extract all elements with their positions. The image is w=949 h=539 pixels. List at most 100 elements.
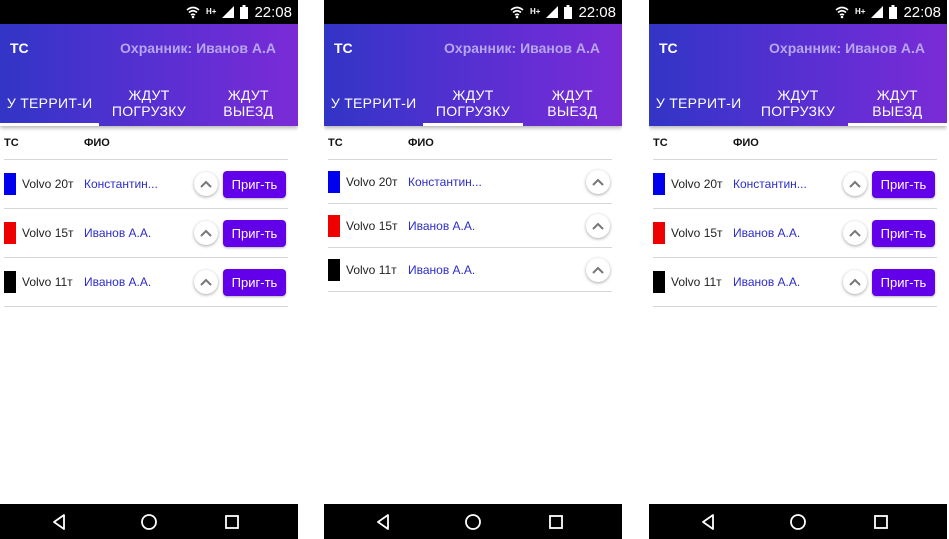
battery-icon: [889, 5, 898, 19]
column-header-ts: ТС: [4, 137, 19, 149]
signal-icon: [222, 6, 235, 18]
tab-label: ЖДУТ ВЫЕЗД: [547, 86, 598, 119]
home-button[interactable]: [139, 512, 159, 532]
chevron-up-icon: [200, 229, 212, 237]
tab-on-territory[interactable]: У ТЕРРИТ-И: [324, 79, 423, 126]
recents-button[interactable]: [871, 512, 891, 532]
driver-name-link[interactable]: Константин...: [408, 175, 486, 189]
invite-button[interactable]: Приг-ть: [223, 269, 286, 296]
recents-icon: [225, 515, 239, 529]
driver-name-link[interactable]: Иванов А.А.: [84, 226, 162, 240]
expand-button[interactable]: [586, 169, 610, 194]
wifi-icon: [835, 6, 849, 19]
vehicle-name: Volvo 11т: [671, 275, 722, 289]
recents-button[interactable]: [546, 512, 566, 532]
back-button[interactable]: [50, 512, 70, 532]
column-header-fio: ФИО: [84, 137, 110, 149]
invite-button[interactable]: Приг-ть: [872, 220, 935, 247]
tab-awaiting-loading[interactable]: ЖДУТ ПОГРУЗКУ: [423, 79, 523, 126]
driver-name-link[interactable]: Иванов А.А.: [84, 275, 162, 289]
column-header-fio: ФИО: [408, 137, 434, 149]
vehicle-color-swatch: [4, 271, 16, 293]
vehicle-name: Volvo 15т: [671, 226, 723, 240]
guard-name: Охранник: Иванов А.А: [769, 40, 925, 56]
vehicle-table: ТС ФИО Volvo 20т Константин... Приг-ть V…: [653, 126, 937, 307]
home-icon: [465, 514, 481, 530]
vehicle-name: Volvo 11т: [22, 275, 73, 289]
expand-button[interactable]: [194, 270, 218, 294]
table-row: Volvo 20т Константин... Приг-ть: [653, 160, 937, 209]
tab-label: ЖДУТ ВЫЕЗД: [872, 86, 923, 119]
battery-icon: [240, 5, 249, 19]
phone-screen: H+ 22:08 ТС Охранник: Иванов А.А У ТЕРРИ…: [649, 0, 947, 539]
home-button[interactable]: [788, 512, 808, 532]
status-bar: H+ 22:08: [0, 0, 298, 24]
signal-icon: [546, 6, 559, 18]
tab-label: У ТЕРРИТ-И: [655, 94, 742, 111]
tab-bar: У ТЕРРИТ-И ЖДУТ ПОГРУЗКУ ЖДУТ ВЫЕЗД: [0, 79, 298, 126]
expand-button[interactable]: [586, 213, 610, 238]
table-header: ТС ФИО: [328, 126, 612, 160]
app-title: ТС: [334, 40, 353, 56]
app-title: ТС: [10, 40, 29, 56]
status-bar: H+ 22:08: [324, 0, 622, 24]
tab-on-territory[interactable]: У ТЕРРИТ-И: [0, 79, 100, 126]
back-button[interactable]: [699, 512, 719, 532]
app-bar: ТС Охранник: Иванов А.А У ТЕРРИТ-И ЖДУТ …: [649, 24, 947, 126]
expand-button[interactable]: [194, 172, 218, 196]
driver-name-link[interactable]: Иванов А.А.: [733, 226, 811, 240]
home-button[interactable]: [463, 512, 483, 532]
vehicle-color-swatch: [328, 258, 340, 281]
table-row: Volvo 15т Иванов А.А. Приг-ть: [4, 209, 288, 258]
recents-icon: [874, 515, 888, 529]
expand-button[interactable]: [843, 172, 867, 196]
tab-bar: У ТЕРРИТ-И ЖДУТ ПОГРУЗКУ ЖДУТ ВЫЕЗД: [324, 79, 622, 126]
guard-name: Охранник: Иванов А.А: [120, 40, 276, 56]
vehicle-name: Volvo 20т: [346, 174, 398, 189]
clock: 22:08: [578, 3, 616, 21]
tab-awaiting-loading[interactable]: ЖДУТ ПОГРУЗКУ: [99, 79, 198, 126]
navigation-bar: [0, 504, 298, 539]
table-row: Volvo 11т Иванов А.А.: [328, 248, 612, 292]
chevron-up-icon: [592, 266, 604, 274]
tab-bar: У ТЕРРИТ-И ЖДУТ ПОГРУЗКУ ЖДУТ ВЫЕЗД: [649, 79, 947, 126]
tab-awaiting-exit[interactable]: ЖДУТ ВЫЕЗД: [199, 79, 298, 126]
chevron-up-icon: [849, 278, 861, 286]
chevron-up-icon: [200, 278, 212, 286]
invite-button[interactable]: Приг-ть: [872, 171, 935, 198]
column-header-fio: ФИО: [733, 137, 759, 149]
driver-name-link[interactable]: Константин...: [733, 177, 811, 191]
tab-label: ЖДУТ ПОГРУЗКУ: [760, 86, 836, 119]
tab-on-territory[interactable]: У ТЕРРИТ-И: [649, 79, 748, 126]
invite-button[interactable]: Приг-ть: [223, 171, 286, 198]
driver-name-link[interactable]: Константин...: [84, 177, 162, 191]
expand-button[interactable]: [194, 221, 218, 245]
vehicle-name: Volvo 11т: [346, 262, 397, 277]
tab-awaiting-exit[interactable]: ЖДУТ ВЫЕЗД: [847, 79, 947, 126]
table-row: Volvo 11т Иванов А.А. Приг-ть: [653, 258, 937, 307]
home-icon: [141, 514, 157, 530]
tab-awaiting-exit[interactable]: ЖДУТ ВЫЕЗД: [523, 79, 622, 126]
driver-name-link[interactable]: Иванов А.А.: [408, 263, 486, 277]
wifi-icon: [510, 6, 524, 19]
expand-button[interactable]: [843, 270, 867, 294]
column-header-ts: ТС: [653, 137, 668, 149]
recents-button[interactable]: [222, 512, 242, 532]
chevron-up-icon: [849, 229, 861, 237]
invite-button[interactable]: Приг-ть: [872, 269, 935, 296]
status-bar: H+ 22:08: [649, 0, 947, 24]
expand-button[interactable]: [843, 221, 867, 245]
table-row: Volvo 15т Иванов А.А.: [328, 204, 612, 248]
back-button[interactable]: [374, 512, 394, 532]
driver-name-link[interactable]: Иванов А.А.: [408, 219, 486, 233]
driver-name-link[interactable]: Иванов А.А.: [733, 275, 811, 289]
network-type: H+: [530, 7, 541, 16]
chevron-up-icon: [849, 180, 861, 188]
table-header: ТС ФИО: [4, 126, 288, 160]
tab-awaiting-loading[interactable]: ЖДУТ ПОГРУЗКУ: [748, 79, 847, 126]
invite-button[interactable]: Приг-ть: [223, 220, 286, 247]
expand-button[interactable]: [586, 257, 610, 282]
vehicle-name: Volvo 20т: [671, 177, 723, 191]
vehicle-color-swatch: [653, 173, 665, 195]
chevron-up-icon: [592, 222, 604, 230]
